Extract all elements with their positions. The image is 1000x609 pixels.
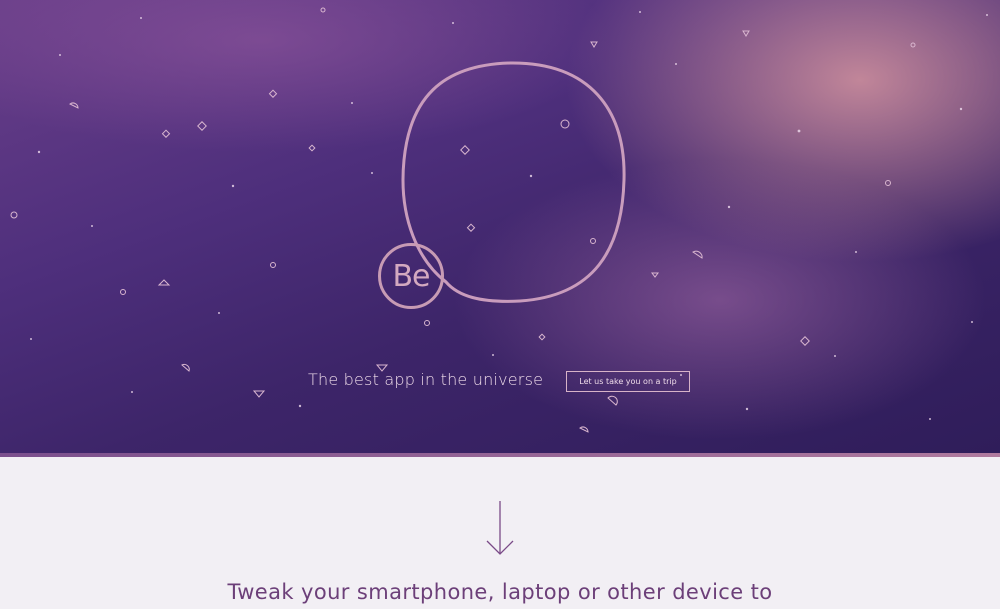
- app-logo: Be: [378, 243, 444, 309]
- trip-button[interactable]: Let us take you on a trip: [566, 371, 690, 392]
- hero-section: Be The best app in the universe Let us t…: [0, 0, 1000, 453]
- section-heading: Tweak your smartphone, laptop or other d…: [227, 580, 773, 604]
- arrow-down-icon[interactable]: [485, 499, 515, 557]
- logo-text: Be: [392, 258, 430, 294]
- hero-tagline: The best app in the universe: [308, 370, 544, 389]
- hero-divider: [0, 453, 1000, 457]
